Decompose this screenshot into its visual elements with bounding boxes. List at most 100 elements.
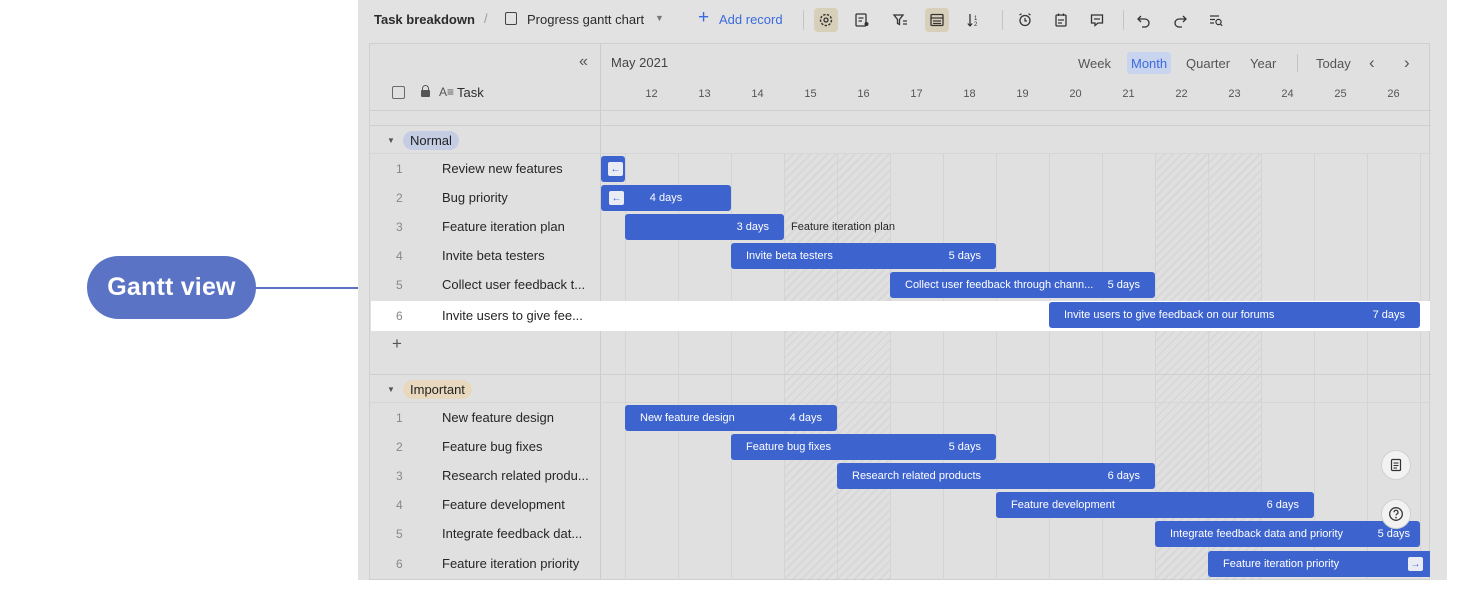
help-icon[interactable]	[1381, 499, 1411, 529]
day-label: 16	[857, 88, 870, 100]
arrow-right-icon[interactable]: →	[1408, 557, 1423, 571]
task-row[interactable]: 1 Review new features	[370, 154, 601, 183]
plus-icon[interactable]: +	[698, 8, 709, 28]
row-number: 4	[396, 249, 403, 263]
redo-icon[interactable]	[1168, 8, 1192, 32]
gantt-bar[interactable]: Integrate feedback data and priority 5 d…	[1155, 521, 1420, 547]
timeline-header-divider	[601, 110, 1431, 111]
lock-icon	[421, 85, 430, 98]
task-name: Invite beta testers	[442, 248, 545, 263]
table-title[interactable]: Task breakdown	[374, 12, 475, 27]
task-row[interactable]: 2 Bug priority	[370, 183, 601, 212]
view-name[interactable]: Progress gantt chart	[527, 12, 644, 27]
grid-column-line	[837, 154, 838, 580]
chevron-left-icon[interactable]: ‹	[1365, 52, 1379, 74]
select-all-checkbox[interactable]	[392, 86, 405, 99]
gantt-bar[interactable]: 3 days	[625, 214, 784, 240]
search-icon[interactable]	[1204, 8, 1228, 32]
caret-down-icon[interactable]: ▼	[387, 136, 395, 145]
task-row[interactable]: 3 Feature iteration plan	[370, 212, 601, 241]
task-row[interactable]: 4 Feature development	[370, 490, 601, 519]
day-label: 21	[1122, 88, 1135, 100]
alarm-clock-icon[interactable]	[1013, 8, 1037, 32]
bar-duration: 6 days	[1107, 470, 1140, 482]
bar-duration: 7 days	[1372, 309, 1405, 321]
document-icon[interactable]	[1381, 450, 1411, 480]
task-row[interactable]: 4 Invite beta testers	[370, 241, 601, 270]
task-row[interactable]: 6 Invite users to give fee...	[370, 301, 601, 330]
group-header-important[interactable]: ▼ Important	[370, 374, 1431, 403]
group-icon[interactable]	[925, 8, 949, 32]
chevron-right-icon[interactable]: ›	[1400, 52, 1414, 74]
arrow-left-icon[interactable]: ←	[608, 162, 623, 176]
gantt-bar[interactable]: Collect user feedback through chann... 5…	[890, 272, 1155, 298]
scale-quarter-button[interactable]: Quarter	[1182, 52, 1234, 74]
group-header-normal[interactable]: ▼ Normal	[370, 125, 1431, 154]
chevron-down-icon[interactable]: ▼	[655, 13, 664, 23]
gantt-bar[interactable]: Research related products 6 days	[837, 463, 1155, 489]
undo-icon[interactable]	[1132, 8, 1156, 32]
row-number: 2	[396, 191, 403, 205]
field-config-icon[interactable]	[850, 8, 874, 32]
day-label: 18	[963, 88, 976, 100]
bar-duration: 5 days	[1107, 279, 1140, 291]
today-button[interactable]: Today	[1312, 52, 1355, 74]
gantt-bar[interactable]: Feature bug fixes 5 days	[731, 434, 996, 460]
task-row[interactable]: 6 Feature iteration priority	[370, 549, 601, 578]
caret-down-icon[interactable]: ▼	[387, 385, 395, 394]
group-tag-normal: Normal	[403, 131, 459, 150]
task-name: Collect user feedback t...	[442, 277, 586, 292]
bar-label: Feature development	[1011, 499, 1115, 511]
gantt-bar[interactable]: Invite users to give feedback on our for…	[1049, 302, 1420, 328]
task-row[interactable]: 1 New feature design	[370, 403, 601, 432]
day-label: 14	[751, 88, 764, 100]
toolbar-divider	[1002, 10, 1003, 30]
task-column-header[interactable]: Task	[457, 85, 484, 100]
group-tag-important: Important	[403, 380, 472, 399]
task-name: Bug priority	[442, 190, 508, 205]
gantt-bar[interactable]: Feature iteration priority →	[1208, 551, 1430, 577]
add-row-button[interactable]: +	[392, 334, 402, 354]
grid-column-line	[784, 154, 785, 580]
gantt-bar[interactable]: ← 4 days	[601, 185, 731, 211]
row-number: 2	[396, 440, 403, 454]
bar-label: Feature bug fixes	[746, 441, 831, 453]
scale-year-button[interactable]: Year	[1246, 52, 1280, 74]
text-field-icon: A≡	[439, 85, 455, 99]
gantt-bar[interactable]: Invite beta testers 5 days	[731, 243, 996, 269]
task-row[interactable]: 2 Feature bug fixes	[370, 432, 601, 461]
breadcrumb-separator: /	[484, 11, 488, 26]
toolbar-divider	[803, 10, 804, 30]
scale-week-button[interactable]: Week	[1074, 52, 1115, 74]
collapse-pane-icon[interactable]: «	[579, 53, 588, 71]
bar-label: Invite beta testers	[746, 250, 833, 262]
row-number: 6	[396, 309, 403, 323]
add-record-button[interactable]: Add record	[719, 12, 783, 27]
task-row[interactable]: 5 Collect user feedback t...	[370, 270, 601, 299]
task-name: Feature bug fixes	[442, 439, 543, 454]
comment-icon[interactable]	[1085, 8, 1109, 32]
task-name: Review new features	[442, 161, 563, 176]
sort-icon[interactable]: 12	[962, 8, 986, 32]
settings-gear-icon[interactable]	[814, 8, 838, 32]
grid-column-line	[890, 154, 891, 580]
nav-divider	[1297, 54, 1298, 72]
header-divider	[370, 110, 601, 111]
bar-duration: 5 days	[948, 441, 981, 453]
day-label: 25	[1334, 88, 1347, 100]
scale-month-button[interactable]: Month	[1127, 52, 1172, 74]
gantt-bar[interactable]: New feature design 4 days	[625, 405, 837, 431]
bar-label: Invite users to give feedback on our for…	[1064, 309, 1275, 321]
page-root: Gantt view Task breakdown / Progress gan…	[0, 0, 1476, 612]
calendar-list-icon[interactable]	[1049, 8, 1073, 32]
bar-duration: 5 days	[948, 250, 981, 262]
gantt-view-callout: Gantt view	[87, 256, 256, 319]
task-row[interactable]: 3 Research related produ...	[370, 461, 601, 490]
filter-icon[interactable]	[888, 8, 912, 32]
task-row[interactable]: 5 Integrate feedback dat...	[370, 519, 601, 548]
gantt-bar[interactable]: Feature development 6 days	[996, 492, 1314, 518]
gantt-chart: « A≡ Task May 2021 Week Month Quarter Ye…	[369, 43, 1431, 580]
gantt-bar[interactable]: ←	[601, 156, 625, 182]
task-name: Feature development	[442, 497, 565, 512]
row-number: 4	[396, 498, 403, 512]
